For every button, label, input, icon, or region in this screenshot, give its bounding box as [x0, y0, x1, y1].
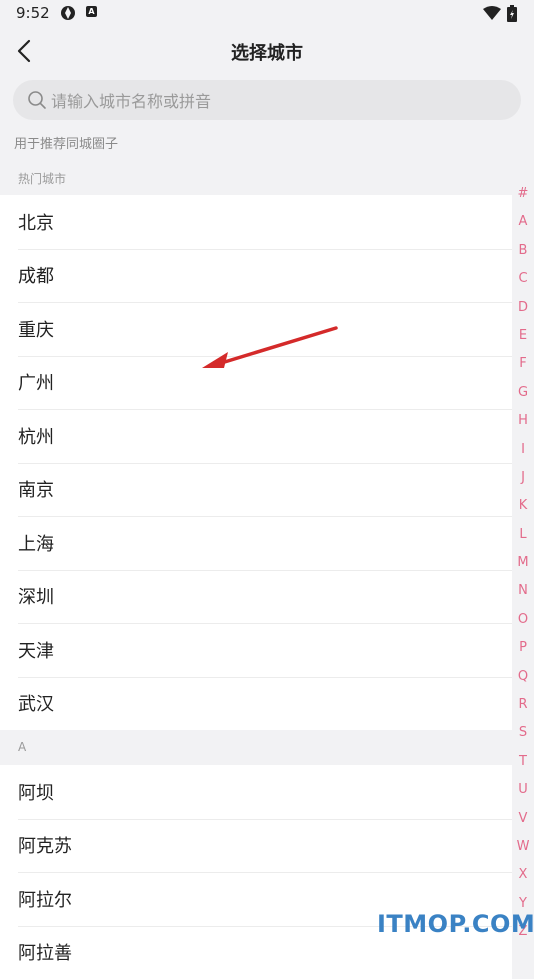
index-letter[interactable]: E: [512, 322, 534, 350]
hot-city-list: 北京 成都 重庆 广州 杭州 南京 上海 深圳 天津 武汉: [0, 195, 512, 730]
watermark: ITMOP.COM: [377, 910, 534, 938]
city-label: 阿拉善: [0, 939, 72, 965]
city-label: 天津: [0, 637, 54, 663]
page-title: 选择城市: [0, 39, 534, 65]
index-letter[interactable]: J: [512, 464, 534, 492]
search-input[interactable]: [49, 80, 513, 122]
city-label: 成都: [0, 262, 54, 288]
city-label: 重庆: [0, 316, 54, 342]
index-letter[interactable]: A: [512, 208, 534, 236]
section-header-a: A: [18, 740, 26, 754]
city-item[interactable]: 深圳: [0, 570, 512, 624]
city-item[interactable]: 北京: [0, 195, 512, 249]
city-item[interactable]: 天津: [0, 623, 512, 677]
index-letter[interactable]: G: [512, 379, 534, 407]
index-letter[interactable]: S: [512, 719, 534, 747]
index-letter[interactable]: B: [512, 237, 534, 265]
city-label: 北京: [0, 209, 54, 235]
index-letter[interactable]: M: [512, 549, 534, 577]
alphabet-index[interactable]: # A B C D E F G H I J K L M N O P Q R S …: [512, 180, 534, 947]
index-letter[interactable]: U: [512, 776, 534, 804]
accessibility-icon: A: [86, 6, 97, 17]
nav-bar: 选择城市: [0, 28, 534, 74]
city-item[interactable]: 阿坝: [0, 765, 512, 819]
city-label: 杭州: [0, 423, 54, 449]
index-letter[interactable]: H: [512, 407, 534, 435]
chevron-left-icon: [17, 39, 31, 63]
status-bar: 9:52 A: [0, 0, 534, 28]
city-label: 深圳: [0, 583, 54, 609]
index-letter[interactable]: #: [512, 180, 534, 208]
index-letter[interactable]: I: [512, 436, 534, 464]
section-header-hot: 热门城市: [18, 170, 66, 187]
index-letter[interactable]: W: [512, 833, 534, 861]
index-letter[interactable]: D: [512, 294, 534, 322]
index-letter[interactable]: C: [512, 265, 534, 293]
city-label: 阿坝: [0, 779, 54, 805]
city-label: 阿克苏: [0, 832, 72, 858]
city-item[interactable]: 成都: [0, 249, 512, 303]
search-box[interactable]: [13, 80, 521, 120]
status-time: 9:52: [16, 4, 50, 22]
city-label: 武汉: [0, 690, 54, 716]
hint-text: 用于推荐同城圈子: [14, 133, 118, 152]
arrow-annotation: [190, 320, 350, 380]
back-button[interactable]: [10, 36, 38, 66]
city-item[interactable]: 武汉: [0, 677, 512, 731]
city-item[interactable]: 杭州: [0, 409, 512, 463]
index-letter[interactable]: V: [512, 805, 534, 833]
index-letter[interactable]: X: [512, 861, 534, 889]
aperture-icon: [60, 5, 76, 21]
index-letter[interactable]: O: [512, 606, 534, 634]
index-letter[interactable]: L: [512, 521, 534, 549]
a-city-list: 阿坝 阿克苏 阿拉尔 阿拉善: [0, 765, 512, 979]
index-letter[interactable]: T: [512, 748, 534, 776]
index-letter[interactable]: F: [512, 350, 534, 378]
city-item[interactable]: 上海: [0, 516, 512, 570]
index-letter[interactable]: Q: [512, 663, 534, 691]
city-label: 阿拉尔: [0, 886, 72, 912]
city-item[interactable]: 阿克苏: [0, 819, 512, 873]
city-item[interactable]: 南京: [0, 463, 512, 517]
city-label: 南京: [0, 476, 54, 502]
battery-icon: [507, 5, 517, 22]
wifi-icon: [483, 6, 501, 20]
index-letter[interactable]: N: [512, 577, 534, 605]
city-label: 上海: [0, 530, 54, 556]
index-letter[interactable]: R: [512, 691, 534, 719]
index-letter[interactable]: P: [512, 634, 534, 662]
index-letter[interactable]: K: [512, 492, 534, 520]
search-icon: [27, 90, 47, 110]
city-label: 广州: [0, 369, 54, 395]
